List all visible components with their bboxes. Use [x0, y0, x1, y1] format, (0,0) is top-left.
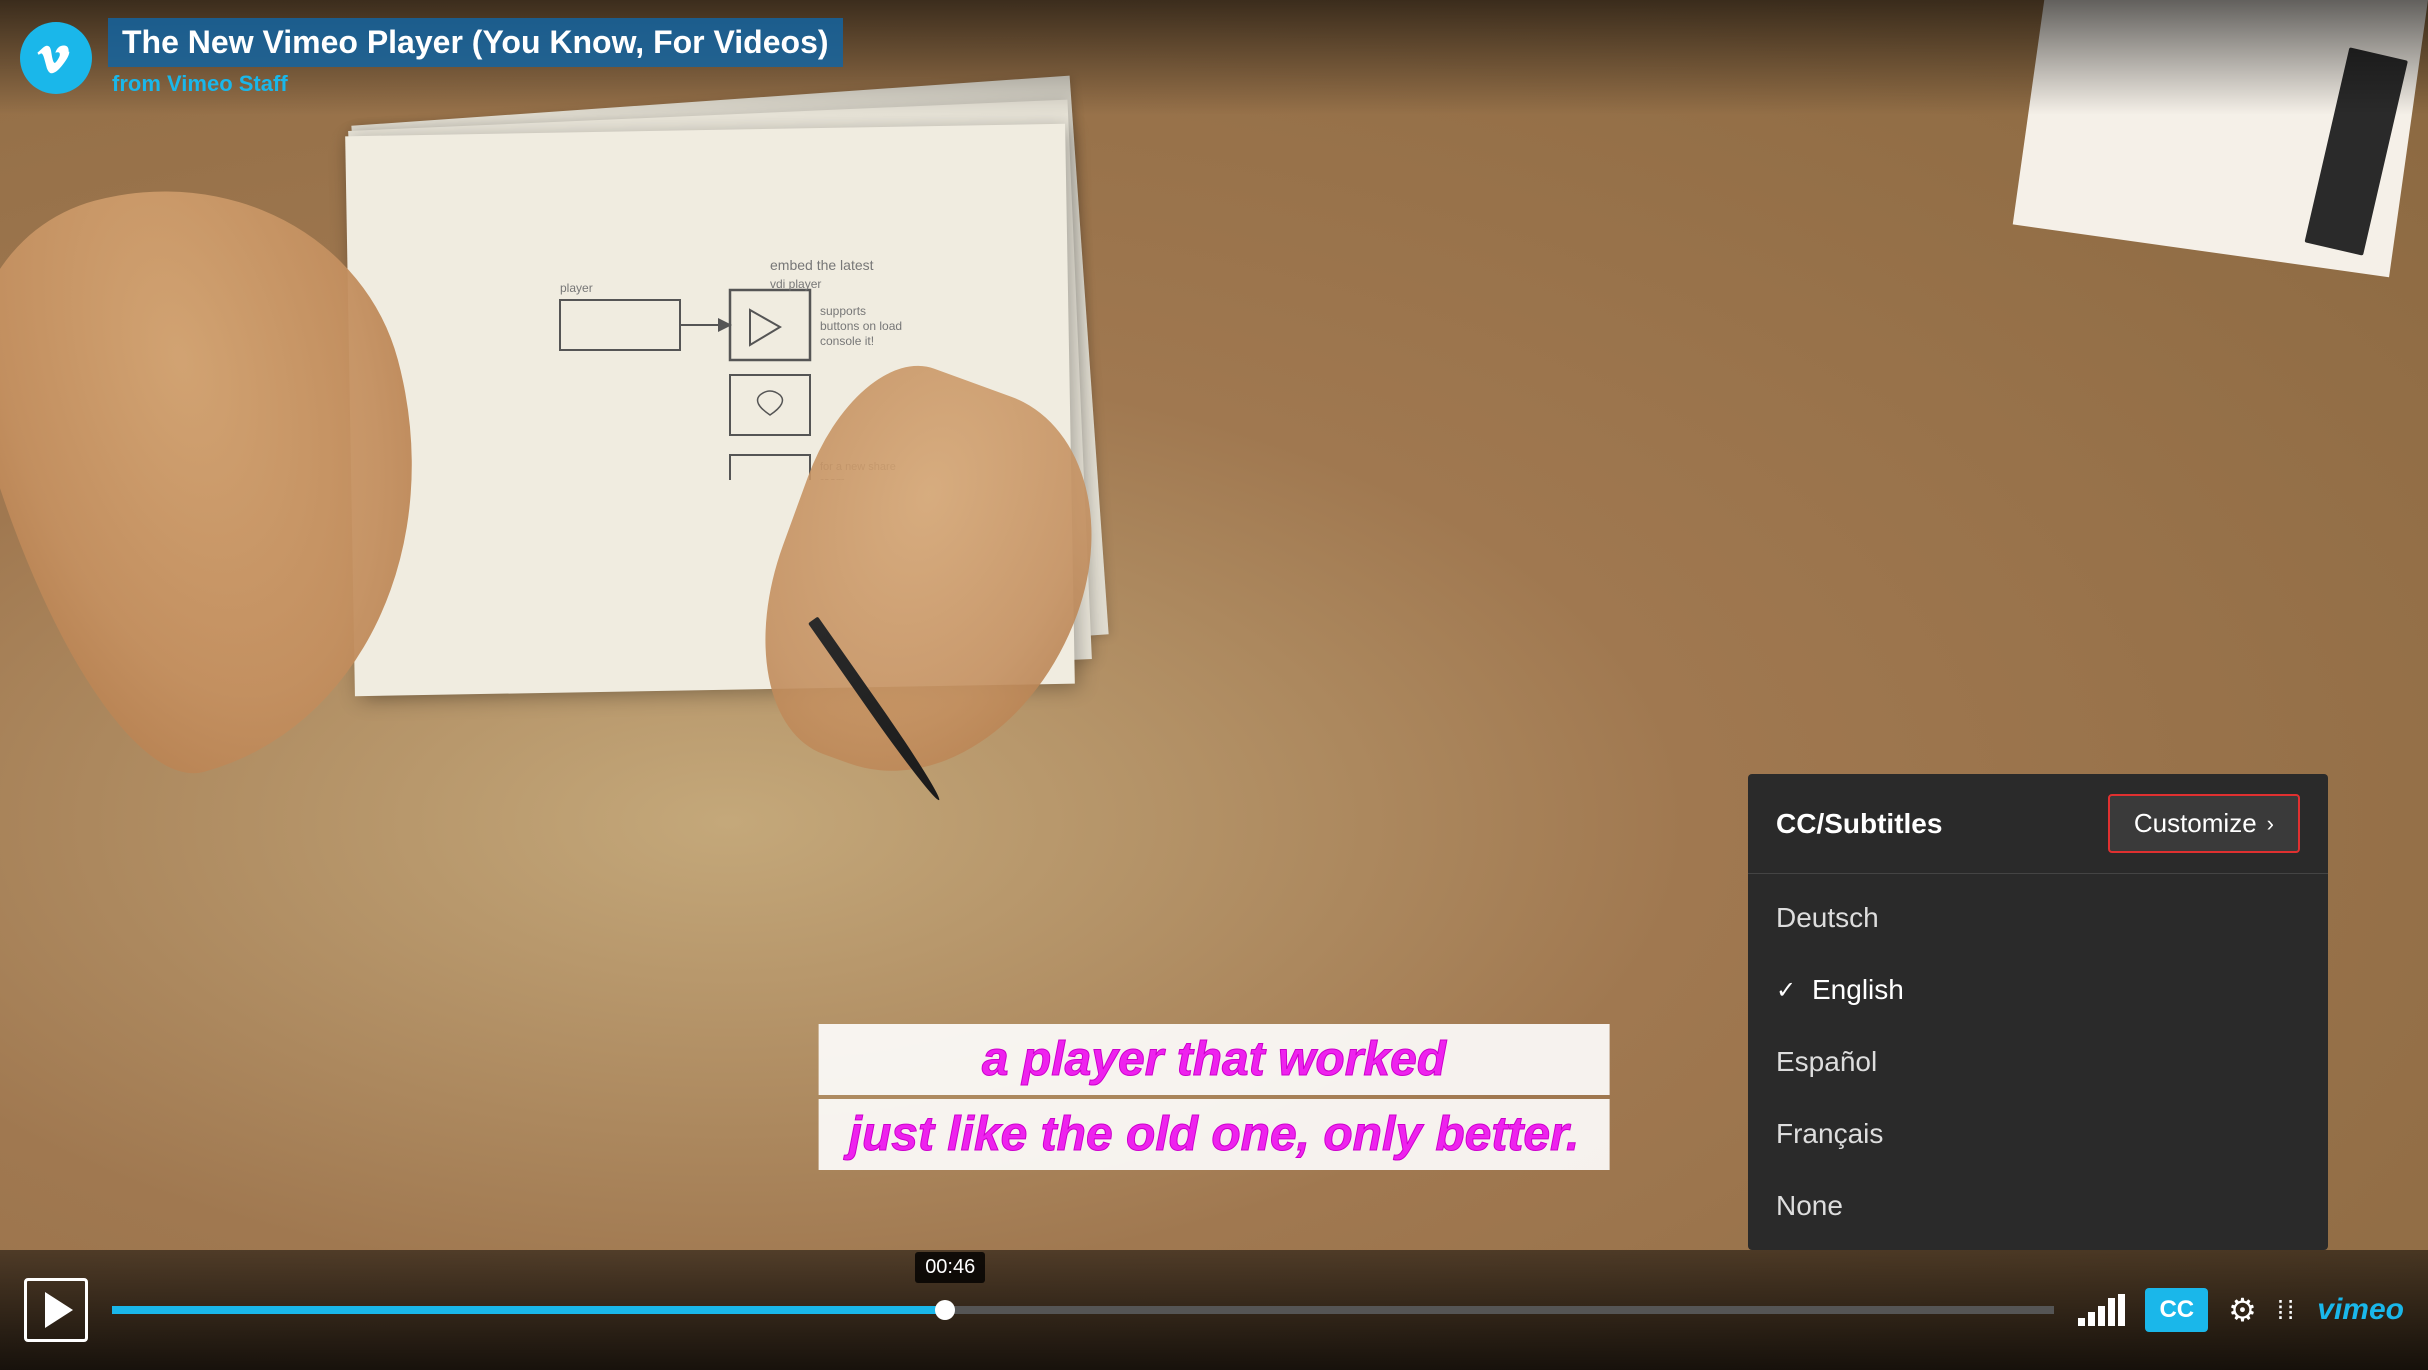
cc-menu-items-list: Deutsch ✓ English Español Français None — [1748, 874, 2328, 1250]
video-author[interactable]: Vimeo Staff — [167, 71, 288, 96]
progress-fill: 00:46 — [112, 1306, 947, 1314]
cc-menu-title: CC/Subtitles — [1776, 808, 1942, 840]
volume-bar-4 — [2108, 1298, 2115, 1326]
time-tooltip: 00:46 — [915, 1252, 985, 1283]
cc-item-label-english: English — [1812, 974, 1904, 1006]
chevron-right-icon: › — [2267, 811, 2274, 837]
play-icon — [45, 1292, 73, 1328]
volume-bar-1 — [2078, 1318, 2085, 1326]
svg-text:buttons on load: buttons on load — [820, 319, 902, 333]
volume-bar-3 — [2098, 1306, 2105, 1326]
volume-bar-5 — [2118, 1294, 2125, 1326]
video-from: from Vimeo Staff — [108, 71, 843, 97]
video-player: embed the latest vdi player supports but… — [0, 0, 2428, 1370]
svg-text:player: player — [560, 281, 593, 295]
subtitle-container: a player that worked just like the old o… — [819, 1024, 1610, 1170]
cc-item-label-none: None — [1776, 1190, 1843, 1222]
svg-text:embed the latest: embed the latest — [770, 257, 874, 273]
cc-subtitles-menu: CC/Subtitles Customize › Deutsch ✓ Engli… — [1748, 774, 2328, 1250]
progress-thumb: 00:46 — [935, 1300, 955, 1320]
settings-icon[interactable]: ⚙ — [2228, 1291, 2257, 1329]
cc-menu-item-english[interactable]: ✓ English — [1748, 954, 2328, 1026]
checkmark-icon: ✓ — [1776, 976, 1796, 1005]
controls-bar: 00:46 CC ⚙ ⁞⁞ vimeo — [0, 1250, 2428, 1370]
cc-menu-item-espanol[interactable]: Español — [1748, 1026, 2328, 1098]
vimeo-logo — [20, 22, 92, 94]
svg-text:vdi player: vdi player — [770, 277, 821, 291]
fullscreen-icon[interactable]: ⁞⁞ — [2277, 1295, 2297, 1326]
svg-text:console it!: console it! — [820, 334, 874, 348]
video-title: The New Vimeo Player (You Know, For Vide… — [108, 18, 843, 67]
cc-menu-item-francais[interactable]: Français — [1748, 1098, 2328, 1170]
progress-bar[interactable]: 00:46 — [112, 1306, 2054, 1314]
volume-indicator[interactable] — [2078, 1294, 2125, 1326]
cc-item-label-espanol: Español — [1776, 1046, 1877, 1078]
cc-menu-header: CC/Subtitles Customize › — [1748, 774, 2328, 874]
customize-button[interactable]: Customize › — [2108, 794, 2300, 853]
subtitle-line1: a player that worked — [819, 1024, 1610, 1095]
right-controls: CC ⚙ ⁞⁞ vimeo — [2078, 1288, 2404, 1332]
cc-menu-item-none[interactable]: None — [1748, 1170, 2328, 1242]
title-text-block: The New Vimeo Player (You Know, For Vide… — [108, 18, 843, 97]
volume-bar-2 — [2088, 1312, 2095, 1326]
cc-menu-item-deutsch[interactable]: Deutsch — [1748, 882, 2328, 954]
svg-text:supports: supports — [820, 304, 866, 318]
subtitle-line2: just like the old one, only better. — [819, 1099, 1610, 1170]
vimeo-watermark[interactable]: vimeo — [2317, 1293, 2404, 1327]
cc-toggle-button[interactable]: CC — [2145, 1288, 2208, 1332]
customize-label: Customize — [2134, 808, 2257, 839]
cc-item-label-deutsch: Deutsch — [1776, 902, 1879, 934]
play-button[interactable] — [24, 1278, 88, 1342]
cc-item-label-francais: Français — [1776, 1118, 1883, 1150]
title-overlay: The New Vimeo Player (You Know, For Vide… — [0, 0, 2428, 115]
